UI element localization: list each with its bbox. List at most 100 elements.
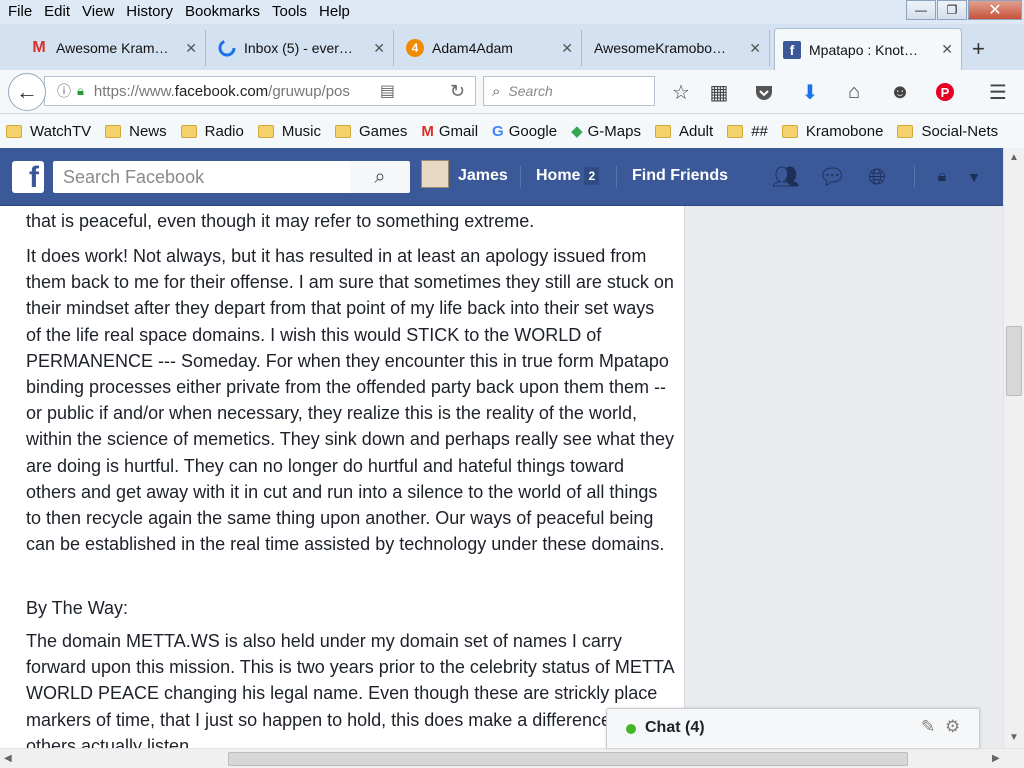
chat-bar[interactable]: Chat (4) ✎ ⚙ [606, 708, 980, 748]
bookmark-label: Adult [678, 122, 714, 140]
close-icon[interactable]: ✕ [561, 40, 573, 57]
reader-view-icon[interactable]: ▤ [380, 81, 395, 101]
folder-icon [335, 124, 352, 138]
search-placeholder: Search [508, 83, 553, 99]
tab-gmail[interactable]: M Awesome Kram… ✕ [22, 30, 206, 66]
emoji-icon[interactable]: ☻ [886, 78, 914, 106]
a4a-icon: 4 [406, 39, 424, 57]
menu-view[interactable]: View [82, 0, 114, 24]
inbox-icon [218, 39, 236, 57]
home-badge: 2 [584, 166, 600, 185]
tab-adam4adam[interactable]: 4 Adam4Adam ✕ [398, 30, 582, 66]
close-window-button[interactable]: ✕ [968, 0, 1022, 20]
privacy-shortcuts-icon[interactable]: 🔒︎ [928, 163, 956, 191]
window-controls: — ❐ ✕ [905, 0, 1022, 22]
tab-awesomekramobone[interactable]: AwesomeKramobo… ✕ [586, 30, 770, 66]
scroll-down-icon[interactable]: ▼ [1009, 732, 1019, 743]
menu-history[interactable]: History [126, 0, 173, 24]
url-text[interactable]: https://www.facebook.com/gruwup/pos [94, 83, 362, 100]
close-icon[interactable]: ✕ [373, 40, 385, 57]
profile-link[interactable]: James [458, 160, 508, 192]
right-column [684, 206, 1003, 748]
divider [914, 166, 915, 188]
friend-requests-icon[interactable]: 👥︎ [772, 163, 800, 191]
post-paragraph: By The Way: [26, 598, 129, 618]
menu-bar: File Edit View History Bookmarks Tools H… [0, 0, 1024, 24]
bookmark-social-nets[interactable]: Social-Nets [897, 123, 998, 140]
close-icon[interactable]: ✕ [185, 40, 197, 57]
new-tab-button[interactable]: + [972, 36, 985, 62]
scroll-left-icon[interactable]: ◀ [4, 753, 12, 764]
bookmark-adult[interactable]: Adult [654, 122, 714, 140]
folder-icon [257, 124, 274, 138]
url-domain: facebook.com [174, 82, 269, 100]
bookmark-watchtv[interactable]: WatchTV [6, 123, 91, 140]
google-icon: G [492, 122, 504, 140]
menu-help[interactable]: Help [319, 0, 350, 24]
url-bar[interactable]: ⓘ 🔒︎ https://www.facebook.com/gruwup/pos… [44, 76, 476, 106]
menu-bookmarks[interactable]: Bookmarks [185, 0, 260, 24]
search-icon[interactable]: ⌕ [350, 161, 410, 193]
reading-list-icon[interactable]: ▦ [705, 78, 733, 106]
vertical-scroll-thumb[interactable] [1006, 326, 1022, 396]
home-icon[interactable]: ⌂ [840, 78, 868, 106]
menu-file[interactable]: File [8, 0, 32, 24]
pocket-icon[interactable] [750, 78, 778, 106]
chevron-down-icon[interactable]: ▼ [960, 163, 988, 191]
bookmark-news[interactable]: News [105, 123, 167, 140]
maximize-button[interactable]: ❐ [937, 0, 967, 20]
bookmark-radio[interactable]: Radio [180, 123, 244, 140]
bookmark-label: ## [751, 122, 768, 140]
notifications-globe-icon[interactable]: 🌐︎ [863, 163, 891, 191]
bookmark-games[interactable]: Games [335, 123, 407, 140]
bookmark-label: News [129, 122, 167, 140]
post-paragraph: It does work! Not always, but it has res… [26, 246, 674, 555]
downloads-icon[interactable]: ⬇ [796, 78, 824, 106]
folder-icon [180, 124, 197, 138]
folder-icon [727, 124, 744, 138]
bookmark-hash[interactable]: ## [727, 123, 768, 140]
bookmark-gmaps[interactable]: ◆ G-Maps [571, 122, 641, 141]
horizontal-scroll-thumb[interactable] [228, 752, 908, 766]
find-friends-link[interactable]: Find Friends [632, 160, 728, 192]
bookmark-google[interactable]: G Google [492, 123, 557, 140]
tab-mpatapo[interactable]: f Mpatapo : Knot… ✕ [774, 28, 962, 70]
bookmark-kramobone[interactable]: Kramobone [781, 123, 883, 140]
scroll-right-icon[interactable]: ▶ [992, 753, 1000, 764]
vertical-scrollbar[interactable]: ▲ ▼ [1003, 148, 1024, 748]
minimize-button[interactable]: — [906, 0, 936, 20]
facebook-logo-icon[interactable]: f [12, 161, 44, 193]
close-icon[interactable]: ✕ [749, 40, 761, 57]
post-paragraph: that is peaceful, even though it may ref… [26, 211, 535, 231]
gmail-icon: M [32, 39, 46, 56]
reload-icon[interactable]: ↻ [450, 81, 465, 102]
new-message-icon[interactable]: ✎ [921, 717, 935, 737]
bookmark-star-icon[interactable]: ☆ [667, 78, 695, 106]
tab-inbox[interactable]: Inbox (5) - ever… ✕ [210, 30, 394, 66]
back-button[interactable]: ← [8, 73, 46, 111]
avatar[interactable] [421, 160, 449, 188]
messages-icon[interactable]: 💬︎ [818, 163, 846, 191]
tab-label: Inbox (5) - ever… [244, 40, 353, 56]
bookmark-label: Games [359, 122, 408, 140]
bookmark-label: G-Maps [587, 122, 641, 140]
home-link[interactable]: Home 2 [536, 160, 600, 192]
search-input[interactable]: ⌕ Search [483, 76, 655, 106]
svg-text:P: P [941, 85, 950, 100]
menu-tools[interactable]: Tools [272, 0, 307, 24]
menu-edit[interactable]: Edit [44, 0, 70, 24]
folder-icon [105, 124, 122, 138]
close-icon[interactable]: ✕ [941, 41, 953, 58]
lock-icon[interactable]: 🔒︎ [77, 83, 84, 99]
info-icon[interactable]: ⓘ [57, 81, 71, 101]
scroll-up-icon[interactable]: ▲ [1009, 152, 1019, 163]
horizontal-scrollbar[interactable]: ◀ ▶ [0, 748, 1024, 768]
pinterest-icon[interactable]: P [931, 78, 959, 106]
menu-hamburger-icon[interactable]: ☰ [984, 78, 1012, 106]
divider [616, 166, 617, 188]
gear-icon[interactable]: ⚙ [945, 717, 960, 737]
folder-icon [781, 124, 798, 138]
bookmark-music[interactable]: Music [257, 123, 321, 140]
bookmark-label: Gmail [438, 122, 479, 140]
bookmark-gmail[interactable]: M Gmail [421, 123, 478, 140]
